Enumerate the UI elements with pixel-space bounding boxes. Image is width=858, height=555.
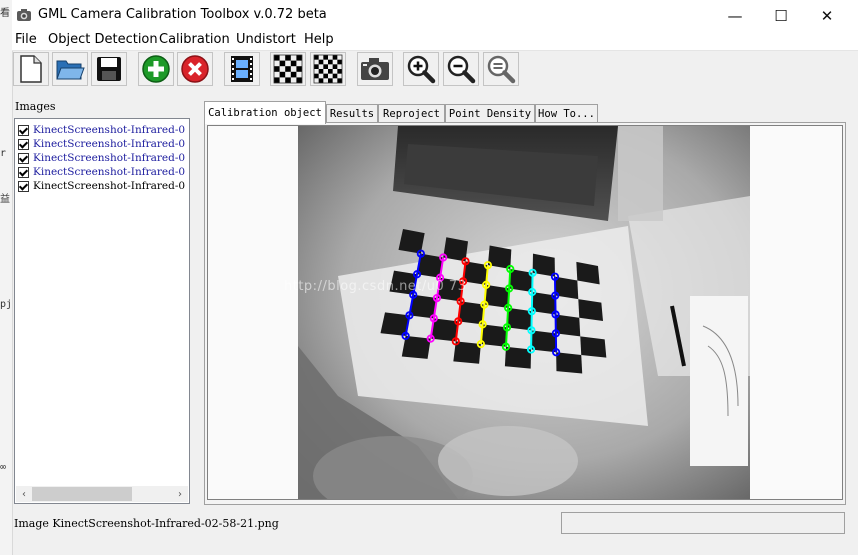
- zoom-out-icon: [447, 55, 476, 84]
- left-strip-glyph: 看: [0, 8, 10, 19]
- checker-square: [578, 299, 603, 321]
- zoom-in-button[interactable]: [403, 52, 439, 86]
- image-filename: KinectScreenshot-Infrared-0: [33, 166, 186, 178]
- detect-checkerboard-button[interactable]: [270, 52, 306, 86]
- checker-square: [556, 352, 583, 374]
- tab-how-to[interactable]: How To...: [535, 104, 598, 123]
- image-checkbox[interactable]: [18, 152, 29, 164]
- left-strip-glyph: 益: [0, 194, 10, 205]
- left-strip-glyph: ∞: [0, 462, 7, 473]
- zoom-reset-icon: [487, 55, 516, 84]
- tab-point-density[interactable]: Point Density: [445, 104, 535, 123]
- film-icon: [231, 56, 253, 82]
- menu-object-detection[interactable]: Object Detection: [48, 32, 158, 47]
- close-button[interactable]: ✕: [804, 0, 850, 31]
- image-checkbox[interactable]: [18, 138, 29, 150]
- zoom-in-icon: [407, 55, 436, 84]
- open-folder-icon: [56, 60, 85, 80]
- image-filename: KinectScreenshot-Infrared-0: [33, 152, 186, 164]
- scroll-right-arrow[interactable]: ›: [172, 486, 188, 502]
- checker-square: [580, 336, 607, 358]
- status-progress-box: [561, 512, 845, 534]
- left-strip-glyph: r: [0, 148, 7, 159]
- horizontal-scrollbar[interactable]: ‹ ›: [16, 486, 188, 502]
- video-button[interactable]: [224, 52, 260, 86]
- scroll-left-arrow[interactable]: ‹: [16, 486, 32, 502]
- minimize-button[interactable]: —: [712, 0, 758, 31]
- save-button[interactable]: [91, 52, 127, 86]
- image-checkbox[interactable]: [18, 166, 29, 178]
- window-title: GML Camera Calibration Toolbox v.0.72 be…: [38, 7, 327, 22]
- left-strip-glyph: pj: [0, 299, 13, 310]
- tab-reproject[interactable]: Reproject: [378, 104, 445, 123]
- menu-calibration[interactable]: Calibration: [159, 32, 230, 47]
- list-item[interactable]: KinectScreenshot-Infrared-0: [18, 151, 185, 165]
- list-item[interactable]: KinectScreenshot-Infrared-0: [18, 165, 185, 179]
- camera-button[interactable]: [357, 52, 393, 86]
- list-item[interactable]: KinectScreenshot-Infrared-0: [18, 137, 185, 151]
- corner-line: [553, 276, 558, 353]
- zoom-out-button[interactable]: [443, 52, 479, 86]
- new-file-icon: [20, 55, 42, 83]
- tab-calibration-object[interactable]: Calibration object: [204, 101, 326, 124]
- image-filename: KinectScreenshot-Infrared-0: [33, 138, 186, 150]
- watermark-text: http://blog.csdn.net/u0 73: [284, 279, 467, 294]
- close-icon: ✕: [820, 6, 834, 25]
- scrollbar-thumb[interactable]: [32, 487, 132, 501]
- checkerboard-icon: [273, 54, 303, 84]
- menu-file[interactable]: File: [15, 32, 37, 47]
- minimize-icon: —: [727, 6, 743, 25]
- images-panel-label: Images: [15, 100, 56, 113]
- open-button[interactable]: [52, 52, 88, 86]
- tab-results[interactable]: Results: [326, 104, 378, 123]
- camera-icon: [361, 58, 389, 80]
- maximize-icon: ☐: [774, 6, 788, 25]
- new-button[interactable]: [13, 52, 49, 86]
- remove-icon: [181, 55, 209, 83]
- maximize-button[interactable]: ☐: [758, 0, 804, 31]
- checkerboard-alt-icon: [313, 54, 343, 84]
- save-disk-icon: [97, 57, 121, 81]
- images-list[interactable]: KinectScreenshot-Infrared-0 KinectScreen…: [14, 118, 190, 504]
- zoom-reset-button[interactable]: [483, 52, 519, 86]
- remove-button[interactable]: [177, 52, 213, 86]
- calibration-image[interactable]: [298, 126, 750, 499]
- image-filename: KinectScreenshot-Infrared-0: [33, 124, 186, 136]
- menu-undistort[interactable]: Undistort: [236, 32, 296, 47]
- list-item[interactable]: KinectScreenshot-Infrared-0: [18, 123, 185, 137]
- image-checkbox[interactable]: [18, 180, 29, 192]
- detect-checkerboard-alt-button[interactable]: [310, 52, 346, 86]
- list-item[interactable]: KinectScreenshot-Infrared-0: [18, 179, 185, 193]
- menu-help[interactable]: Help: [304, 32, 334, 47]
- image-checkbox[interactable]: [18, 124, 29, 136]
- add-icon: [142, 55, 170, 83]
- add-button[interactable]: [138, 52, 174, 86]
- status-text: Image KinectScreenshot-Infrared-02-58-21…: [14, 517, 279, 530]
- app-camera-icon: [17, 9, 31, 21]
- background-window-edge: 看 r 益 pj ∞: [0, 0, 13, 555]
- image-filename: KinectScreenshot-Infrared-0: [33, 180, 186, 192]
